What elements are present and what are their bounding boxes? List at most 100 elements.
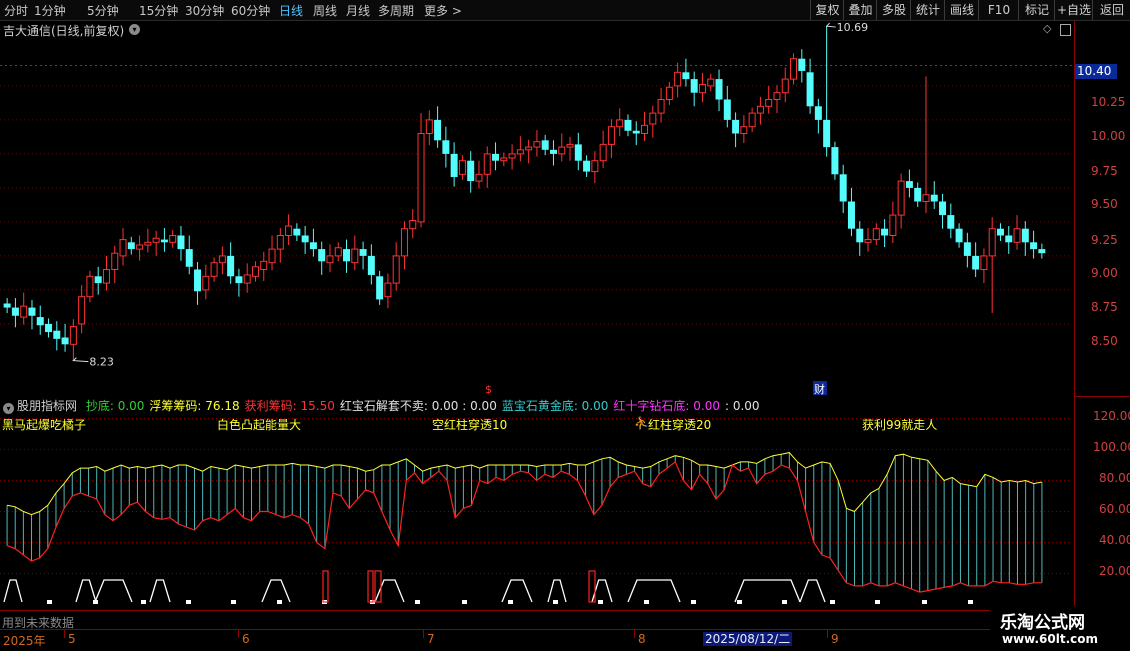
candle-body [136,244,144,250]
baseline-dot [830,600,835,604]
candle-body [914,187,922,202]
low-arrow-icon [72,357,89,363]
candle-body [434,119,442,141]
candle-body [11,307,19,316]
ind-axis-tick: 80.00 [1099,471,1130,485]
date-label: 6 [242,632,250,646]
period-tab-daily[interactable]: 日线 [279,2,303,19]
axis-tick: 9.25 [1091,233,1118,247]
axis-tick: 8.75 [1091,300,1118,314]
draw-line-button[interactable]: 画线 [944,0,979,20]
mark-button[interactable]: 标记 [1018,0,1055,20]
candle-body [790,58,798,80]
axis-tick: 9.75 [1091,164,1118,178]
fuquan-button[interactable]: 复权 [810,0,844,20]
energy-bump [547,579,567,603]
period-tab-weekly[interactable]: 周线 [313,2,337,19]
back-button[interactable]: 返回 [1092,0,1130,20]
candle-body [301,235,309,243]
candle-body [549,149,557,154]
candle-body [400,228,408,257]
candle-body [127,242,135,250]
candle-body [500,157,508,162]
candle-body [69,326,77,345]
candle-body [3,303,11,308]
candle-body [963,242,971,256]
candle-body [616,119,624,128]
period-tab-multi[interactable]: 多周期 [378,2,414,19]
baseline-dot [875,600,880,604]
candle-body [748,112,756,128]
ind-axis-tick: 120.00 [1093,409,1130,423]
axis-tick: 10.25 [1091,95,1126,109]
date-label: 5 [68,632,76,646]
date-label: 9 [831,632,839,646]
axis-tick: 8.50 [1091,334,1118,348]
candle-body [930,194,938,202]
candle-body [334,247,342,257]
indicator-chart[interactable] [0,396,1075,611]
top-toolbar: 分时 1分钟 5分钟 15分钟 30分钟 60分钟 日线 周线 月线 多周期 更… [0,0,1130,21]
candle-body [773,92,781,100]
red-column [367,570,374,603]
candle-body [475,173,483,182]
period-tab-60min[interactable]: 60分钟 [231,2,270,19]
candle-body [1030,242,1038,250]
baseline-dot [462,600,467,604]
candlestick-chart[interactable]: 8.23 10.69 $ 财 [0,21,1075,396]
candle-body [732,119,740,134]
candle-body [516,149,524,155]
energy-bump [3,579,23,603]
baseline-dot [922,600,927,604]
period-tab-30min[interactable]: 30分钟 [185,2,224,19]
candle-body [119,239,127,257]
overlay-button[interactable]: 叠加 [843,0,877,20]
candle-body [251,266,259,277]
brand-name: 乐淘公式网 [1000,613,1085,633]
high-price-label: 10.69 [837,21,869,34]
multi-stock-button[interactable]: 多股 [876,0,911,20]
date-tick [423,630,424,638]
f10-button[interactable]: F10 [978,0,1019,20]
period-tab-fenshi[interactable]: 分时 [4,2,28,19]
period-tab-15min[interactable]: 15分钟 [139,2,178,19]
candle-body [955,228,963,243]
candle-body [111,252,119,270]
candle-body [823,119,831,148]
baseline-dot [598,600,603,604]
candle-body [160,239,168,243]
selected-date: 2025/08/12/二 [703,632,793,646]
candle-body [492,153,500,161]
candle-body [268,248,276,264]
period-tab-monthly[interactable]: 月线 [346,2,370,19]
statistics-button[interactable]: 统计 [910,0,945,20]
period-tab-more[interactable]: 更多 > [424,2,462,19]
candle-body [632,130,640,134]
add-watchlist-button[interactable]: +自选 [1054,0,1093,20]
candle-body [1038,249,1046,254]
candle-body [260,260,268,270]
axis-tick: 9.00 [1091,266,1118,280]
date-tick [64,630,65,638]
candle-body [897,180,905,216]
divider [1075,396,1130,397]
candle-body [367,255,375,275]
candle-body [649,112,657,125]
candle-body [756,105,764,114]
dollar-marker: $ [485,383,492,396]
candle-body [409,220,417,230]
candle-body [591,160,599,173]
candle-body [641,124,649,134]
candle-body [525,146,533,151]
period-tab-5min[interactable]: 5分钟 [87,2,119,19]
candle-body [483,153,491,175]
candle-body [657,99,665,114]
candle-body [624,119,632,131]
candle-body [28,307,36,316]
current-price-tag: 10.40 [1075,64,1117,79]
period-tab-1min[interactable]: 1分钟 [34,2,66,19]
candle-body [847,201,855,229]
candle-body [806,72,814,107]
baseline-dot [415,600,420,604]
date-tick [827,630,828,638]
